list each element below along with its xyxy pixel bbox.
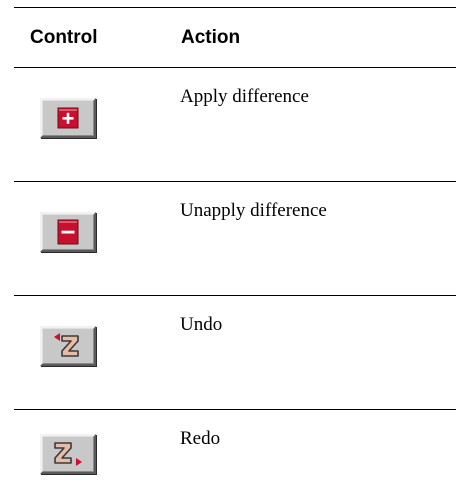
action-label: Redo <box>180 428 221 449</box>
column-header-action: Action <box>181 27 241 48</box>
table-header: Control Action <box>14 8 456 67</box>
column-header-control: Control <box>30 27 98 48</box>
plus-icon <box>57 107 79 129</box>
minus-icon <box>57 219 79 245</box>
action-label: Undo <box>180 314 223 335</box>
undo-button[interactable] <box>40 326 96 366</box>
action-label: Apply difference <box>180 86 309 107</box>
undo-icon <box>54 333 79 357</box>
table-row: Redo <box>14 410 456 490</box>
redo-button[interactable] <box>40 434 96 474</box>
redo-icon <box>54 442 82 466</box>
unapply-difference-button[interactable] <box>40 212 96 252</box>
table-row: Unapply difference <box>14 182 456 296</box>
table-row: Undo <box>14 296 456 410</box>
table-row: Apply difference <box>14 68 456 182</box>
action-label: Unapply difference <box>180 200 327 221</box>
apply-difference-button[interactable] <box>40 98 96 138</box>
